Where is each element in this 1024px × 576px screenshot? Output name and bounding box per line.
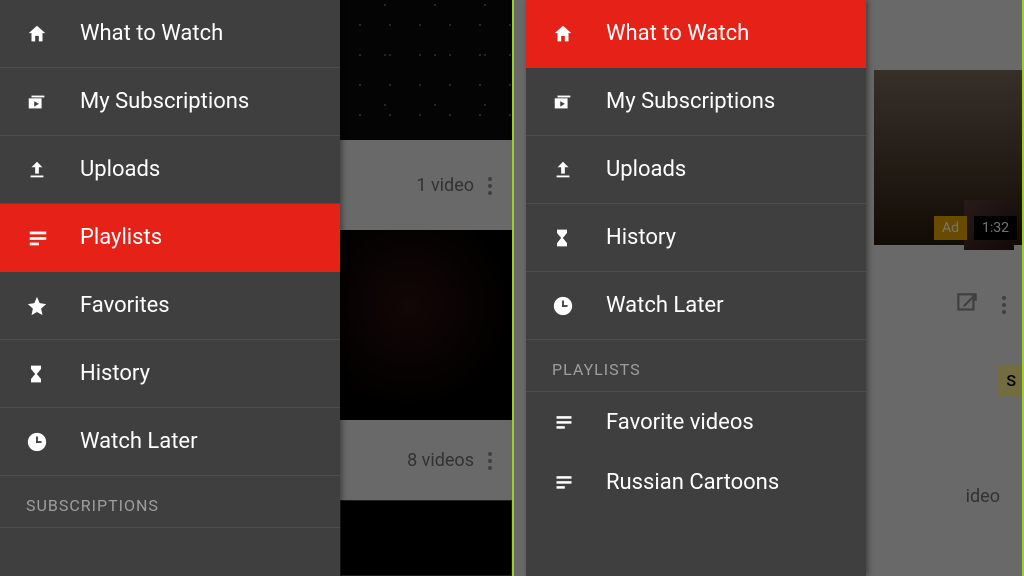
- nav-watch-later[interactable]: Watch Later: [0, 408, 340, 476]
- nav-label: My Subscriptions: [80, 89, 249, 114]
- playlist-icon: [26, 227, 62, 249]
- nav-favorites[interactable]: Favorites: [0, 272, 340, 340]
- nav-uploads[interactable]: Uploads: [0, 136, 340, 204]
- nav-history[interactable]: History: [0, 340, 340, 408]
- nav-label: History: [606, 225, 676, 250]
- hourglass-icon: [552, 227, 588, 249]
- nav-history[interactable]: History: [526, 204, 866, 272]
- nav-label: Playlists: [80, 225, 162, 250]
- nav-label: Uploads: [606, 157, 686, 182]
- nav-label: My Subscriptions: [606, 89, 775, 114]
- screenshot-left: 1 video 8 videos What to Watch: [0, 0, 512, 576]
- playlist-item-russian-cartoons[interactable]: Russian Cartoons: [526, 452, 866, 512]
- playlist-label: Russian Cartoons: [606, 470, 779, 495]
- nav-label: History: [80, 361, 150, 386]
- clock-icon: [552, 295, 588, 317]
- nav-label: Favorites: [80, 293, 170, 318]
- screenshot-right: Ad 1:32 S ideo What to Watch: [512, 0, 1024, 576]
- nav-what-to-watch[interactable]: What to Watch: [0, 0, 340, 68]
- home-icon: [552, 23, 588, 45]
- nav-uploads[interactable]: Uploads: [526, 136, 866, 204]
- upload-icon: [26, 159, 62, 181]
- subscriptions-icon: [26, 91, 62, 113]
- section-header-playlists: PLAYLISTS: [526, 340, 866, 392]
- section-header-subscriptions: SUBSCRIPTIONS: [0, 476, 340, 528]
- nav-what-to-watch[interactable]: What to Watch: [526, 0, 866, 68]
- home-icon: [26, 23, 62, 45]
- nav-label: What to Watch: [80, 21, 223, 46]
- navigation-drawer-right: What to Watch My Subscriptions Uploads H…: [526, 0, 866, 576]
- navigation-drawer-left: What to Watch My Subscriptions Uploads P…: [0, 0, 340, 576]
- playlist-label: Favorite videos: [606, 410, 754, 435]
- clock-icon: [26, 431, 62, 453]
- playlist-icon: [552, 472, 588, 492]
- nav-watch-later[interactable]: Watch Later: [526, 272, 866, 340]
- star-icon: [26, 295, 62, 317]
- nav-label: What to Watch: [606, 21, 749, 46]
- nav-label: Uploads: [80, 157, 160, 182]
- nav-my-subscriptions[interactable]: My Subscriptions: [526, 68, 866, 136]
- nav-label: Watch Later: [606, 293, 724, 318]
- hourglass-icon: [26, 363, 62, 385]
- nav-label: Watch Later: [80, 429, 198, 454]
- nav-playlists[interactable]: Playlists: [0, 204, 340, 272]
- nav-my-subscriptions[interactable]: My Subscriptions: [0, 68, 340, 136]
- playlist-icon: [552, 412, 588, 432]
- playlist-item-favorite-videos[interactable]: Favorite videos: [526, 392, 866, 452]
- subscriptions-icon: [552, 91, 588, 113]
- upload-icon: [552, 159, 588, 181]
